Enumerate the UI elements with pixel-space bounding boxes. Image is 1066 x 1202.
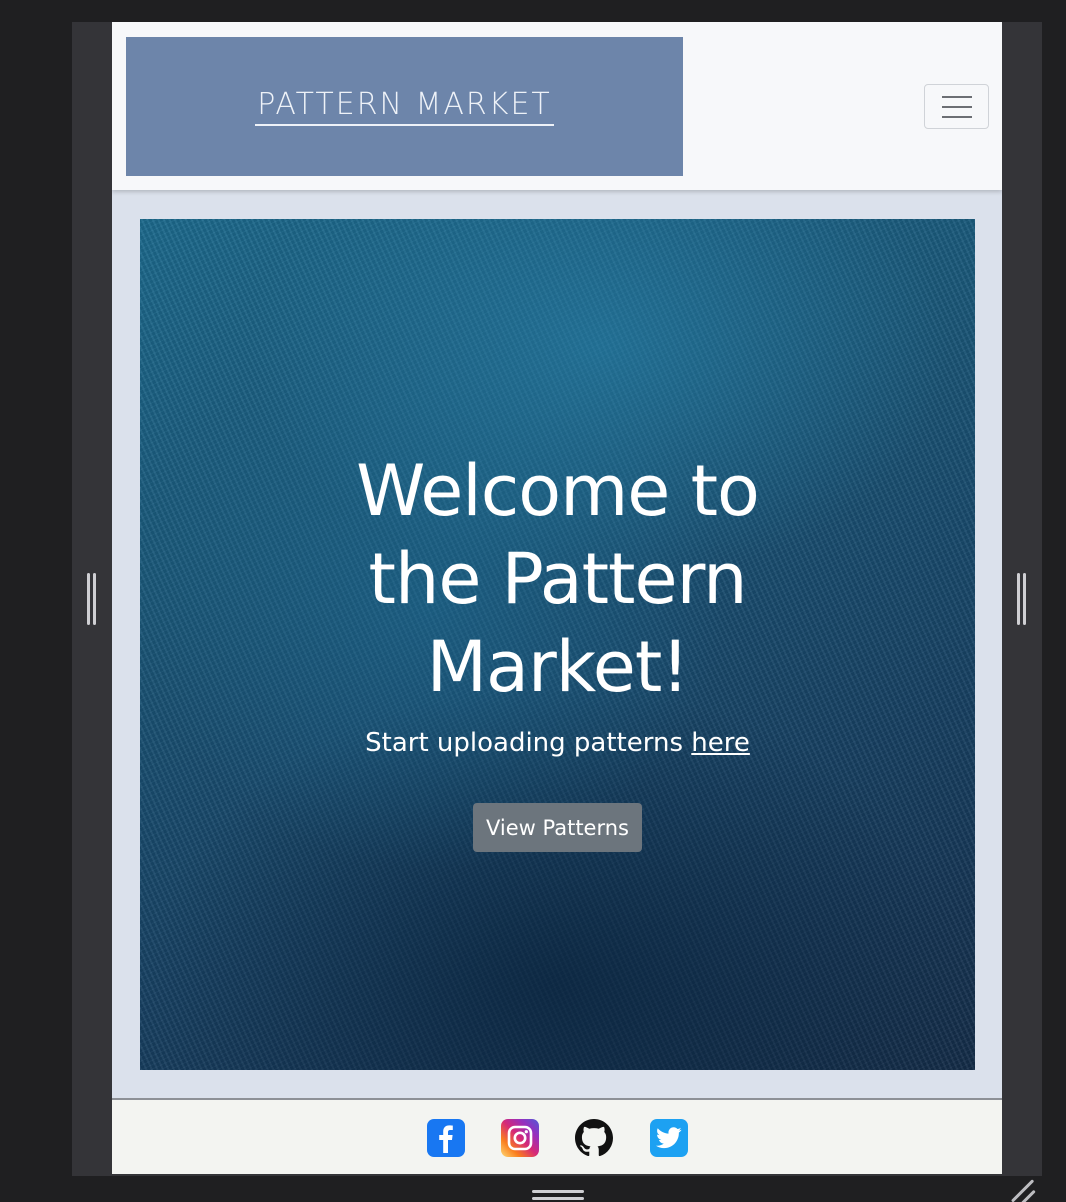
hero-subtitle-text: Start uploading patterns [365, 728, 692, 758]
footer [112, 1098, 1002, 1174]
hamburger-icon [941, 95, 972, 98]
resize-handle-left[interactable] [86, 573, 98, 625]
upload-here-link[interactable]: here [691, 728, 750, 758]
hamburger-icon [941, 115, 972, 118]
resize-corner-grip[interactable] [1008, 1176, 1038, 1202]
facebook-icon[interactable] [427, 1119, 465, 1157]
hero-subtitle: Start uploading patterns here [140, 726, 975, 760]
hero-banner: Welcome to the Pattern Market! Start upl… [140, 219, 975, 1070]
hamburger-icon [941, 105, 972, 108]
site-logo[interactable]: PATTERN MARKET [126, 37, 683, 176]
navbar: PATTERN MARKET [112, 22, 1002, 190]
view-patterns-button[interactable]: View Patterns [473, 803, 642, 852]
github-icon[interactable] [575, 1119, 613, 1157]
resize-handle-bottom[interactable] [532, 1189, 584, 1202]
page-viewport: PATTERN MARKET Welcome to the Pattern Ma… [112, 22, 1002, 1174]
twitter-icon[interactable] [650, 1119, 688, 1157]
logo-text: PATTERN MARKET [255, 87, 554, 126]
resize-handle-right[interactable] [1016, 573, 1028, 625]
hamburger-menu-button[interactable] [924, 84, 989, 129]
instagram-icon[interactable] [501, 1119, 539, 1157]
hero-title: Welcome to the Pattern Market! [356, 450, 760, 708]
hero-content: Welcome to the Pattern Market! Start upl… [140, 219, 975, 1070]
